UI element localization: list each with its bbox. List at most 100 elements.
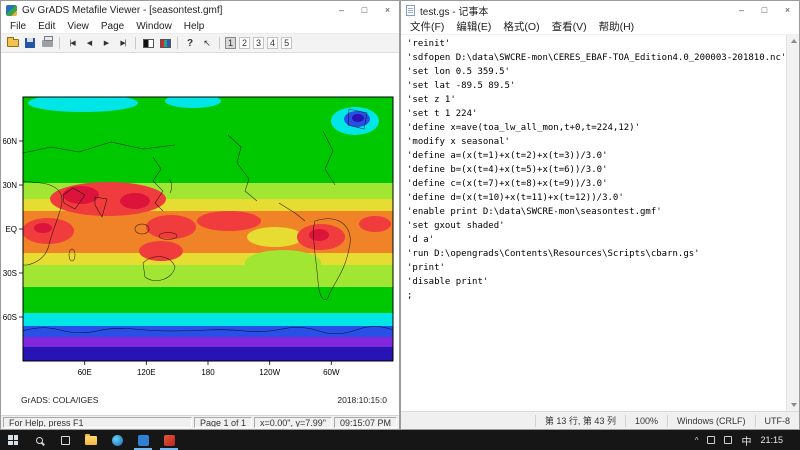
page-button-1[interactable]: 1 xyxy=(225,37,236,49)
language-indicator[interactable]: 中 xyxy=(741,433,751,448)
desktop: Gv GrADS Metafile Viewer - [seasontest.g… xyxy=(0,0,800,450)
tray-icon-volume[interactable] xyxy=(724,436,732,444)
grads-app-icon xyxy=(6,5,17,16)
notepad-menubar: 文件(F) 编辑(E) 格式(O) 查看(V) 帮助(H) xyxy=(401,19,799,35)
script-line: 'set lat -89.5 89.5' xyxy=(407,79,785,93)
black-white-icon xyxy=(143,39,154,48)
save-button[interactable] xyxy=(22,35,38,51)
notepad-window-title: test.gs - 记事本 xyxy=(420,3,488,18)
grads-minimize-button[interactable]: – xyxy=(330,1,353,19)
bw-display-button[interactable] xyxy=(140,35,156,51)
print-button[interactable] xyxy=(39,35,55,51)
toolbar-separator xyxy=(177,37,178,49)
grads-close-button[interactable]: × xyxy=(376,1,399,19)
script-line: 'sdfopen D:\data\SWCRE-mon\CERES_EBAF-TO… xyxy=(407,51,785,65)
script-line: ; xyxy=(407,289,785,303)
notepad-menu-view[interactable]: 查看(V) xyxy=(546,18,593,35)
tray-expand-button[interactable]: ^ xyxy=(695,436,699,445)
lat-label: 30N xyxy=(3,181,17,190)
toolbar-separator xyxy=(219,37,220,49)
cursor-position-indicator: 第 13 行, 第 43 列 xyxy=(535,415,625,427)
script-line: 'enable print D:\data\SWCRE-mon\seasonte… xyxy=(407,205,785,219)
notepad-maximize-button[interactable]: □ xyxy=(753,1,776,19)
script-line: 'define b=(x(t=4)+x(t=5)+x(t=6))/3.0' xyxy=(407,163,785,177)
grads-statusbar: For Help, press F1 Page 1 of 1 x=0.00", … xyxy=(1,415,399,429)
olr-shaded-field xyxy=(22,95,393,361)
page-button-2[interactable]: 2 xyxy=(239,37,250,49)
lon-label: 60E xyxy=(78,368,92,377)
script-line: 'set z 1' xyxy=(407,93,785,107)
open-button[interactable] xyxy=(5,35,21,51)
lat-label: 60S xyxy=(3,313,17,322)
prev-page-button[interactable]: ◀ xyxy=(81,35,97,51)
last-page-button[interactable]: ▶| xyxy=(115,35,131,51)
taskbar-app-notepad[interactable] xyxy=(130,430,156,450)
script-line: 'run D:\opengrads\Contents\Resources\Scr… xyxy=(407,247,785,261)
lon-axis: 60E 120E 180 120W 60W xyxy=(78,361,340,377)
lat-label: 60N xyxy=(3,137,17,146)
line-ending-indicator: Windows (CRLF) xyxy=(667,415,755,427)
tray-icon-network[interactable] xyxy=(707,436,715,444)
page-button-5[interactable]: 5 xyxy=(281,37,292,49)
next-page-button[interactable]: ▶ xyxy=(98,35,114,51)
color-palette-icon xyxy=(160,39,171,48)
start-button[interactable] xyxy=(0,430,26,450)
grads-plot-area: 60N 30N EQ 30S 60S 60E 120E 180 120W xyxy=(1,53,399,415)
task-view-icon xyxy=(61,436,70,445)
script-line: 'print' xyxy=(407,261,785,275)
taskbar-app-grads[interactable] xyxy=(156,430,182,450)
grads-window-title: Gv GrADS Metafile Viewer - [seasontest.g… xyxy=(22,5,222,16)
taskbar-app-file-explorer[interactable] xyxy=(78,430,104,450)
notepad-close-button[interactable]: × xyxy=(776,1,799,19)
file-explorer-icon xyxy=(85,436,97,445)
first-page-button[interactable]: |◀ xyxy=(64,35,80,51)
script-line: 'reinit' xyxy=(407,37,785,51)
search-icon xyxy=(36,437,43,444)
windows-logo-icon xyxy=(8,435,18,445)
zoom-level-indicator: 100% xyxy=(625,415,667,427)
notepad-minimize-button[interactable]: – xyxy=(730,1,753,19)
notepad-taskbar-icon xyxy=(138,435,149,446)
grads-menu-edit[interactable]: Edit xyxy=(32,20,61,33)
status-cursor-coords: x=0.00", y=7.99" xyxy=(254,417,332,428)
grads-menu-help[interactable]: Help xyxy=(178,20,211,33)
save-floppy-icon xyxy=(25,38,35,48)
taskbar: ^ 中 21:15 xyxy=(0,430,800,450)
grads-credit-text: GrADS: COLA/IGES xyxy=(21,395,98,405)
color-display-button[interactable] xyxy=(157,35,173,51)
grads-maximize-button[interactable]: □ xyxy=(353,1,376,19)
grads-menu-view[interactable]: View xyxy=(61,20,95,33)
page-button-3[interactable]: 3 xyxy=(253,37,264,49)
help-button[interactable]: ? xyxy=(182,35,198,51)
grads-menu-window[interactable]: Window xyxy=(130,20,178,33)
notepad-menu-edit[interactable]: 编辑(E) xyxy=(450,18,497,35)
lon-label: 60W xyxy=(323,368,340,377)
edge-browser-icon xyxy=(112,435,123,446)
context-help-button[interactable]: ↖ xyxy=(199,35,215,51)
lon-label: 120E xyxy=(137,368,156,377)
grads-titlebar[interactable]: Gv GrADS Metafile Viewer - [seasontest.g… xyxy=(1,1,399,19)
notepad-menu-help[interactable]: 帮助(H) xyxy=(593,18,641,35)
lon-label: 180 xyxy=(201,368,215,377)
grads-plot-canvas: 60N 30N EQ 30S 60S 60E 120E 180 120W xyxy=(3,95,397,387)
taskbar-app-browser[interactable] xyxy=(104,430,130,450)
script-line: 'disable print' xyxy=(407,275,785,289)
lat-axis: 60N 30N EQ 30S 60S xyxy=(3,137,23,322)
notepad-app-icon xyxy=(406,5,415,16)
notepad-text-area[interactable]: 'reinit' 'sdfopen D:\data\SWCRE-mon\CERE… xyxy=(401,35,799,411)
notepad-menu-format[interactable]: 格式(O) xyxy=(497,18,545,35)
notepad-titlebar[interactable]: test.gs - 记事本 – □ × xyxy=(401,1,799,19)
open-folder-icon xyxy=(7,39,19,47)
page-button-4[interactable]: 4 xyxy=(267,37,278,49)
script-line: 'set gxout shaded' xyxy=(407,219,785,233)
script-line: 'define c=(x(t=7)+x(t=8)+x(t=9))/3.0' xyxy=(407,177,785,191)
taskbar-search-button[interactable] xyxy=(26,430,52,450)
vertical-scrollbar[interactable] xyxy=(786,35,799,411)
grads-menu-file[interactable]: File xyxy=(4,20,32,33)
task-view-button[interactable] xyxy=(52,430,78,450)
grads-menu-page[interactable]: Page xyxy=(95,20,130,33)
notepad-menu-file[interactable]: 文件(F) xyxy=(404,18,450,35)
script-line: 'define d=(x(t=10)+x(t=11)+x(t=12))/3.0' xyxy=(407,191,785,205)
taskbar-clock[interactable]: 21:15 xyxy=(760,435,783,445)
grads-timestamp-text: 2018:10:15:0 xyxy=(337,395,387,405)
